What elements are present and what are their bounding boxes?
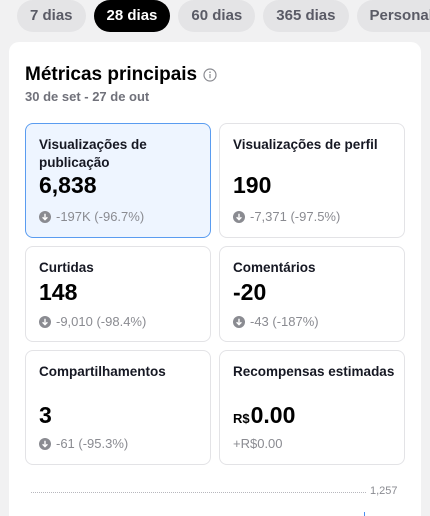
arrow-down-circle-icon <box>233 315 245 328</box>
metric-value: 3 <box>39 402 52 428</box>
chart-max-label: 1,257 <box>370 485 398 497</box>
metric-delta: -7,371 (-97.5%) <box>233 209 340 224</box>
currency-symbol: R$ <box>233 411 250 426</box>
metric-tile-shares[interactable]: Compartilhamentos 3 -61 (-95.3%) <box>25 350 211 465</box>
date-range: 30 de set - 27 de out <box>25 89 150 104</box>
key-metrics-title: Métricas principais <box>25 64 198 85</box>
tab-365-days[interactable]: 365 dias <box>263 0 349 32</box>
metric-delta-text: -61 (-95.3%) <box>56 436 129 451</box>
metric-label: Visualizações de perfil <box>233 137 378 152</box>
metric-value-number: 0.00 <box>250 402 296 428</box>
chart-data-tick <box>364 512 365 516</box>
metric-delta-text: -197K (-96.7%) <box>56 209 145 224</box>
info-circle-icon[interactable] <box>203 68 217 82</box>
arrow-down-circle-icon <box>39 315 51 328</box>
metric-delta-text: +R$0.00 <box>233 436 283 451</box>
tab-60-days[interactable]: 60 dias <box>178 0 256 32</box>
arrow-down-circle-icon <box>39 210 51 223</box>
metric-delta-text: -43 (-187%) <box>250 314 319 329</box>
period-tabs: 7 dias 28 dias 60 dias 365 dias Personal… <box>0 0 430 36</box>
metric-value: 190 <box>233 172 272 198</box>
key-metrics-card: Métricas principais 30 de set - 27 de ou… <box>9 42 421 516</box>
chart-max-gridline <box>31 492 366 493</box>
metric-delta: -9,010 (-98.4%) <box>39 314 146 329</box>
metric-tile-profile-views[interactable]: Visualizações de perfil 190 -7,371 (-97.… <box>219 123 405 238</box>
metric-label: Compartilhamentos <box>39 364 166 379</box>
tab-custom[interactable]: Personalizado <box>356 0 430 32</box>
tab-28-days[interactable]: 28 dias <box>93 0 171 32</box>
metric-delta: -43 (-187%) <box>233 314 319 329</box>
metric-value: -20 <box>233 279 267 305</box>
metric-tile-estimated-rewards[interactable]: Recompensas estimadas R$0.00 +R$0.00 <box>219 350 405 465</box>
key-metrics-header: Métricas principais <box>25 64 217 86</box>
metric-label: Curtidas <box>39 260 94 275</box>
metric-tile-comments[interactable]: Comentários -20 -43 (-187%) <box>219 246 405 342</box>
metric-value: 6,838 <box>39 172 97 198</box>
metric-value: R$0.00 <box>233 402 295 429</box>
metric-value: 148 <box>39 279 78 305</box>
metric-tile-post-views[interactable]: Visualizações de publicação 6,838 -197K … <box>25 123 211 238</box>
tab-7-days[interactable]: 7 dias <box>17 0 86 32</box>
metric-label: Visualizações de publicação <box>39 137 147 170</box>
metric-label: Recompensas estimadas <box>233 364 395 379</box>
metric-delta: +R$0.00 <box>233 436 283 451</box>
metric-delta-text: -7,371 (-97.5%) <box>250 209 341 224</box>
arrow-down-circle-icon <box>39 437 51 450</box>
metric-delta: -197K (-96.7%) <box>39 209 144 224</box>
arrow-down-circle-icon <box>233 210 245 223</box>
metric-tile-likes[interactable]: Curtidas 148 -9,010 (-98.4%) <box>25 246 211 342</box>
metric-delta: -61 (-95.3%) <box>39 436 128 451</box>
metric-label: Comentários <box>233 260 316 275</box>
metric-delta-text: -9,010 (-98.4%) <box>56 314 147 329</box>
